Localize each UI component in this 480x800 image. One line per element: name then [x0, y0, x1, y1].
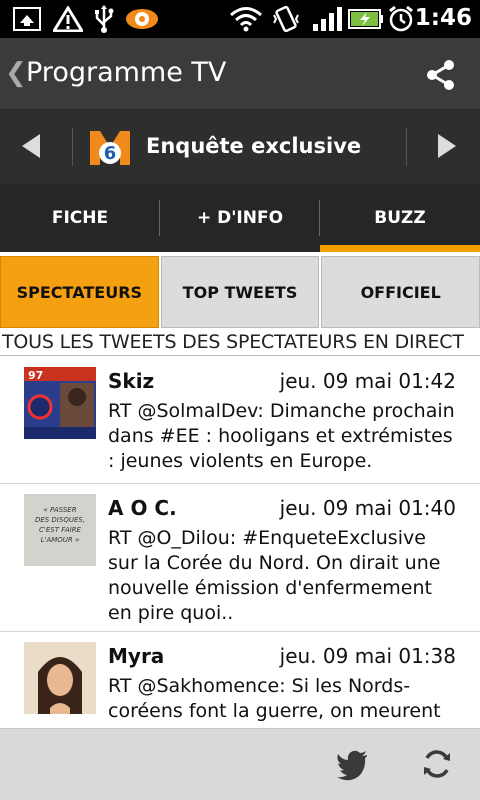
app-header: ❮ Programme TV	[0, 38, 480, 110]
tweet-text: RT @SolmalDev: Dimanche prochain dans #E…	[108, 400, 455, 472]
svg-text:C'EST FAIRE: C'EST FAIRE	[39, 526, 82, 534]
tab-plus-info[interactable]: + D'INFO	[160, 184, 320, 252]
signal-icon	[310, 6, 344, 32]
bottom-action-bar	[0, 728, 480, 800]
main-tabs: FICHE + D'INFO BUZZ	[0, 184, 480, 252]
svg-text:DES DISQUES,: DES DISQUES,	[35, 516, 85, 524]
subtab-spectateurs[interactable]: SPECTATEURS	[0, 256, 159, 328]
program-title: Enquête exclusive	[146, 134, 362, 158]
page-title[interactable]: Programme TV	[26, 57, 226, 88]
tweet-list[interactable]: 97 Skiz jeu. 09 mai 01:42 RT @SolmalDev:…	[0, 357, 480, 728]
separator	[72, 128, 73, 166]
vibrate-icon	[270, 5, 302, 33]
previous-program-arrow-icon[interactable]	[22, 134, 40, 158]
eye-icon	[124, 6, 160, 32]
status-bar: 1:46	[0, 0, 480, 38]
list-item[interactable]: Myra jeu. 09 mai 01:38 RT @Sakhomence: S…	[0, 632, 480, 728]
clock-time: 1:46	[414, 5, 472, 31]
warning-icon	[52, 6, 84, 32]
channel-logo-text: 6	[104, 143, 117, 164]
subtab-top-tweets[interactable]: TOP TWEETS	[160, 256, 320, 328]
channel-bar: 6 Enquête exclusive	[0, 110, 480, 184]
list-item[interactable]: 97 Skiz jeu. 09 mai 01:42 RT @SolmalDev:…	[0, 357, 480, 484]
avatar	[24, 642, 96, 714]
svg-text:L'AMOUR »: L'AMOUR »	[41, 536, 80, 544]
tweet-text: RT @O_Dilou: #EnqueteExclusive sur la Co…	[108, 527, 441, 624]
twitter-bird-icon[interactable]	[336, 747, 370, 781]
alarm-icon	[386, 5, 416, 32]
avatar: « PASSER DES DISQUES, C'EST FAIRE L'AMOU…	[24, 494, 96, 566]
battery-icon	[348, 6, 384, 32]
svg-text:« PASSER: « PASSER	[43, 506, 76, 514]
refresh-icon[interactable]	[420, 747, 454, 781]
next-program-arrow-icon[interactable]	[438, 134, 456, 158]
tab-buzz[interactable]: BUZZ	[320, 184, 480, 252]
tweet-text: RT @Sakhomence: Si les Nords-coréens fon…	[108, 675, 441, 722]
tweet-date: jeu. 09 mai 01:40	[279, 496, 456, 520]
screenshot-icon	[10, 6, 44, 32]
avatar: 97	[24, 367, 96, 439]
separator	[406, 128, 407, 166]
tweet-author: A O C.	[108, 496, 177, 520]
back-chevron-icon[interactable]: ❮	[5, 58, 27, 88]
avatar-badge-text: 97	[28, 369, 43, 382]
sub-tabs: SPECTATEURS TOP TWEETS OFFICIEL	[0, 252, 480, 328]
tweet-author: Myra	[108, 644, 165, 668]
channel-logo: 6	[86, 125, 134, 171]
tweet-date: jeu. 09 mai 01:42	[279, 369, 456, 393]
share-icon[interactable]	[424, 58, 458, 92]
subtab-officiel[interactable]: OFFICIEL	[321, 256, 480, 328]
section-title: TOUS LES TWEETS DES SPECTATEURS EN DIREC…	[0, 328, 480, 356]
tweet-author: Skiz	[108, 369, 155, 393]
list-item[interactable]: « PASSER DES DISQUES, C'EST FAIRE L'AMOU…	[0, 484, 480, 632]
tweet-date: jeu. 09 mai 01:38	[279, 644, 456, 668]
usb-icon	[90, 5, 118, 33]
tab-fiche[interactable]: FICHE	[0, 184, 160, 252]
wifi-icon	[228, 6, 264, 32]
